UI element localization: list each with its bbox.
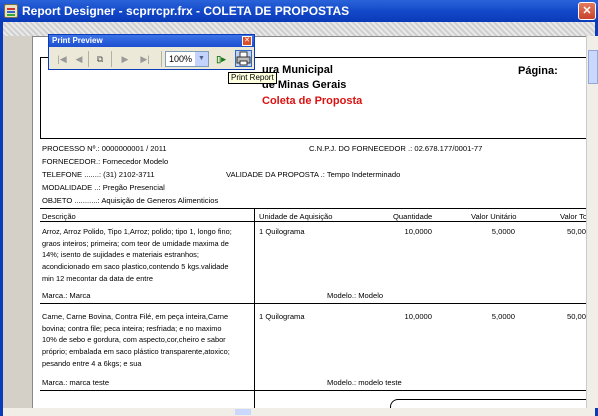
fornecedor-info: FORNECEDOR.: Fornecedor Modelo [42,157,169,166]
print-report-tooltip: Print Report [228,72,277,84]
print-report-button[interactable] [235,50,252,67]
description-line: min 12 mecontar da data de entre [42,273,153,283]
printer-icon [236,51,251,66]
chevron-down-icon[interactable]: ▼ [195,52,208,66]
objeto-info: OBJETO ...........: Aquisição de Generos… [42,196,219,205]
row-unidade: 1 Quilograma [259,227,305,236]
export-icon[interactable]: ▯▸ [213,50,229,68]
print-preview-toolbar[interactable]: Print Preview ✕ |◀ ◀ ⧉ ▶ ▶| 100% ▼ ▯▸ [48,34,255,70]
table-header-line [40,221,598,222]
report-page: ura Municipal de Minas Gerais Coleta de … [32,36,598,416]
description-line: Arroz, Arroz Polido, Tipo 1,Arroz; polid… [42,227,232,236]
report-title: Coleta de Proposta [262,95,363,107]
description-line: 14%; isento de sujidades e materiais est… [42,250,199,260]
row-modelo: Modelo.: modelo teste [327,378,402,387]
toolbar-separator [111,51,112,67]
header-valor-unitario: Valor Unitário [471,212,517,221]
last-page-icon[interactable]: ▶| [137,50,153,68]
column-divider [254,208,255,409]
cnpj-info: C.N.P.J. DO FORNECEDOR .: 02.678.177/000… [309,144,483,153]
page-label: Página: [518,65,558,77]
table-top-line [40,208,598,209]
row-quantidade: 10,0000 [404,227,432,236]
description-line: acondicionado em saco plastico,contendo … [42,262,229,272]
description-line: bovina; contra file; peca inteira; resfr… [42,323,222,333]
row-marca: Marca.: Marca [42,291,91,300]
zoom-select[interactable]: 100% ▼ [165,51,209,67]
horizontal-scroll-thumb[interactable] [235,409,251,415]
row-valor-unitario: 5,0000 [491,312,515,321]
horizontal-scrollbar[interactable] [3,408,595,416]
description-line: Carne, Carne Bovina, Contra Filé, em peç… [42,312,229,321]
row-unidade: 1 Quilograma [259,312,305,321]
modalidade-info: MODALIDADE ..: Pregão Presencial [42,183,165,192]
first-page-icon[interactable]: |◀ [55,50,69,68]
report-designer-icon [4,4,18,18]
header-unidade: Unidade de Aquisição [259,212,333,221]
zoom-value: 100% [169,54,193,64]
row-marca: Marca.: marca teste [42,378,110,387]
print-preview-close-button[interactable]: ✕ [242,36,252,46]
telefone-info: TELEFONE .......: (31) 2102-3711 [42,170,155,179]
description-line: 10% de sebo e gordura, com aspecto,cor,c… [42,335,226,345]
window-title: Report Designer - scprrcpr.frx - COLETA … [22,4,350,18]
header-descricao: Descrição [42,212,76,221]
row-quantidade: 10,0000 [404,312,432,321]
header-quantidade: Quantidade [393,212,433,221]
description-line: próprio; embalada em saco plástico trans… [42,347,230,357]
pages-icon[interactable]: ⧉ [93,50,107,68]
table-row-description: Arroz, Arroz Polido, Tipo 1,Arroz; polid… [42,226,252,285]
toolbar-separator [161,51,162,67]
toolbar-separator [88,51,89,67]
table-row-description: Carne, Carne Bovina, Contra Filé, em peç… [42,311,252,370]
validade-info: VALIDADE DA PROPOSTA .: Tempo Indetermin… [226,170,401,179]
processo-info: PROCESSO Nº.: 0000000001 / 2011 [42,144,167,153]
vertical-scroll-thumb[interactable] [588,50,598,84]
row-valor-unitario: 5,0000 [491,227,515,236]
row-separator [40,390,598,391]
row-modelo: Modelo.: Modelo [327,291,384,300]
window-titlebar[interactable]: Report Designer - scprrcpr.frx - COLETA … [0,0,598,22]
window-close-button[interactable]: ✕ [578,2,596,20]
vertical-scrollbar[interactable] [586,36,598,408]
next-page-icon[interactable]: ▶ [119,50,131,68]
print-preview-title[interactable]: Print Preview [49,35,254,47]
description-line: pesando entre 4 a 6kgs; e sua [42,358,142,368]
description-line: graos inteiros; primeira; com teor de um… [42,238,229,248]
previous-page-icon[interactable]: ◀ [73,50,85,68]
row-separator [40,303,598,304]
